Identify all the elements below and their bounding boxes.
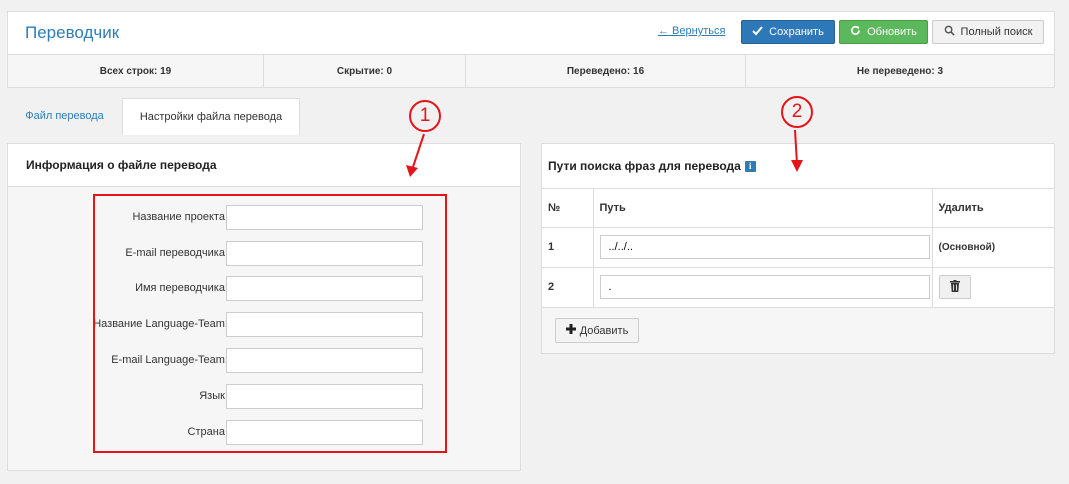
header-panel: Переводчик ← Вернуться Сохранить Обновит… (7, 11, 1055, 88)
search-paths-table: № Путь Удалить 1 (Основной) 2 (542, 189, 1054, 308)
search-paths-heading: Пути поиска фраз для перевода (548, 159, 741, 173)
info-icon[interactable]: i (744, 160, 756, 172)
full-search-label: Полный поиск (960, 26, 1033, 38)
column-header-delete: Удалить (932, 189, 1054, 228)
refresh-button-label: Обновить (867, 26, 917, 38)
row-number: 2 (542, 267, 594, 308)
trash-icon (949, 279, 960, 295)
back-link[interactable]: ← Вернуться (658, 25, 725, 37)
refresh-button[interactable]: Обновить (839, 20, 928, 44)
add-path-button[interactable]: Добавить (555, 318, 639, 343)
stats-bar: Всех строк: 19 Скрытие: 0 Переведено: 16… (8, 54, 1054, 87)
stat-translated: Переведено: 16 (466, 55, 746, 87)
main-path-label: (Основной) (932, 227, 1054, 268)
plus-icon (565, 324, 576, 337)
stat-untranslated: Не переведено: 3 (856, 65, 944, 77)
full-search-button[interactable]: Полный поиск (932, 20, 1044, 44)
tab-translation-file[interactable]: Файл перевода (14, 98, 115, 134)
add-path-label: Добавить (579, 324, 629, 337)
stat-total: Всех строк: 19 (8, 55, 264, 87)
path-input[interactable] (599, 235, 930, 259)
check-icon (752, 25, 763, 39)
row-path-cell (593, 267, 933, 308)
row-delete-cell (932, 267, 1054, 308)
row-number: 1 (542, 227, 594, 268)
refresh-icon (850, 25, 861, 39)
table-header-row: № Путь Удалить (542, 189, 1054, 228)
save-button[interactable]: Сохранить (741, 20, 835, 44)
page-title: Переводчик (25, 23, 120, 42)
search-paths-header: Пути поиска фраз для перевода i (542, 144, 1054, 189)
tab-file-settings[interactable]: Настройки файла перевода (122, 98, 300, 135)
annotation-highlight-box (93, 194, 447, 453)
search-icon (944, 25, 955, 39)
path-input[interactable] (599, 275, 930, 299)
table-row: 1 (Основной) (542, 227, 1054, 268)
column-header-number: № (542, 189, 594, 228)
search-paths-panel: Пути поиска фраз для перевода i № Путь У… (541, 143, 1055, 354)
delete-path-button[interactable] (938, 275, 971, 299)
row-path-cell (593, 227, 933, 268)
file-info-heading: Информация о файле перевода (8, 144, 520, 187)
stat-hidden: Скрытие: 0 (264, 55, 466, 87)
save-button-label: Сохранить (769, 26, 824, 38)
table-row: 2 (542, 267, 1054, 308)
annotation-marker-1: 1 (409, 100, 441, 132)
column-header-path: Путь (593, 189, 933, 228)
annotation-marker-2: 2 (781, 96, 813, 128)
